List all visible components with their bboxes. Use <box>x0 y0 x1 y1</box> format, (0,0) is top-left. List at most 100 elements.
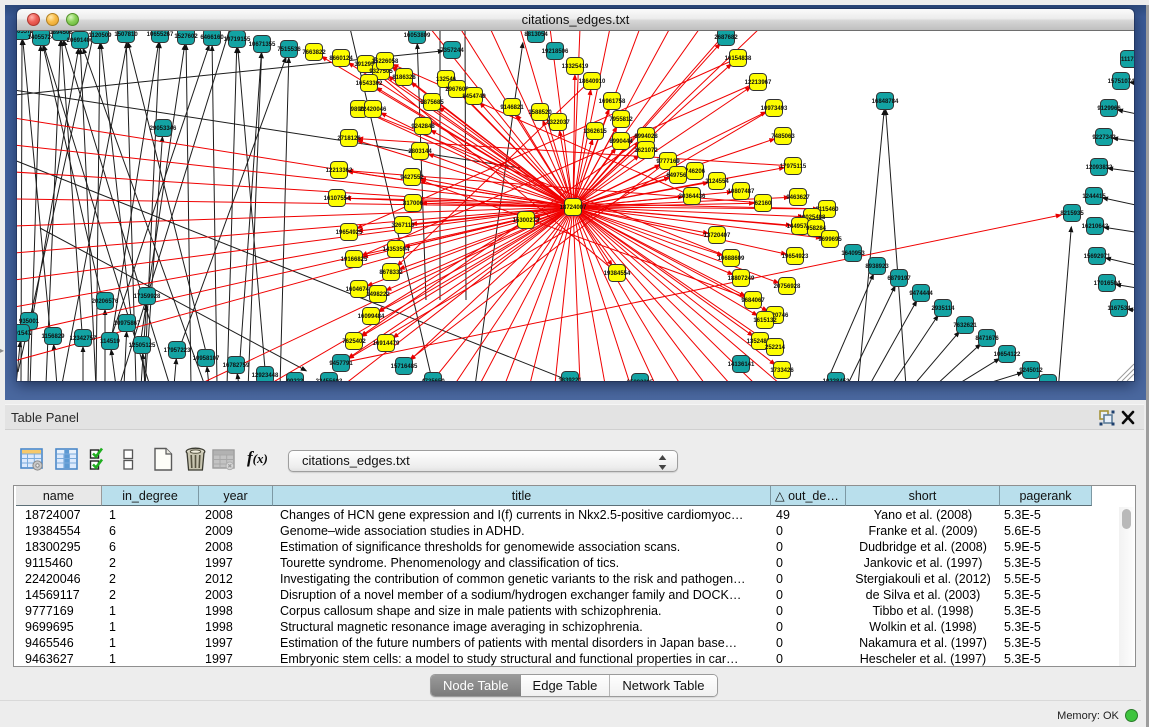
svg-text:8678332: 8678332 <box>379 270 403 276</box>
svg-text:9427552: 9427552 <box>400 175 424 181</box>
svg-text:9146821: 9146821 <box>500 105 524 111</box>
svg-text:99223: 99223 <box>287 379 304 381</box>
svg-text:9245012: 9245012 <box>1019 368 1043 374</box>
svg-text:8471676: 8471676 <box>975 336 999 342</box>
svg-text:15300273: 15300273 <box>513 218 540 224</box>
svg-text:20364436: 20364436 <box>679 194 706 200</box>
svg-text:16053809: 16053809 <box>404 33 431 39</box>
svg-text:13720407: 13720407 <box>704 233 731 239</box>
svg-text:10975867: 10975867 <box>114 321 141 327</box>
svg-text:1167534: 1167534 <box>1107 306 1131 312</box>
svg-text:10654122: 10654122 <box>994 352 1021 358</box>
svg-text:12342757: 12342757 <box>70 336 97 342</box>
svg-text:9463627: 9463627 <box>786 195 810 201</box>
svg-text:746206: 746206 <box>685 169 706 175</box>
svg-text:8186328: 8186328 <box>392 75 416 81</box>
svg-text:2935114: 2935114 <box>931 306 955 312</box>
svg-text:22455603: 22455603 <box>316 379 343 381</box>
svg-text:25882305: 25882305 <box>627 380 654 381</box>
svg-text:9242848: 9242848 <box>411 124 435 130</box>
svg-text:11172: 11172 <box>1121 57 1134 63</box>
svg-text:9699695: 9699695 <box>818 237 842 243</box>
svg-text:10973493: 10973493 <box>761 106 788 112</box>
svg-text:18640910: 18640910 <box>579 79 606 85</box>
svg-text:10688609: 10688609 <box>718 256 745 262</box>
svg-text:8938923: 8938923 <box>865 264 889 270</box>
svg-text:1527602: 1527602 <box>174 34 198 40</box>
svg-text:22420046: 22420046 <box>360 107 387 113</box>
svg-text:114519: 114519 <box>100 339 120 345</box>
svg-text:17016504: 17016504 <box>1094 281 1121 287</box>
svg-text:9129966: 9129966 <box>1097 106 1121 112</box>
svg-text:9457791: 9457791 <box>329 361 353 367</box>
svg-text:16107554: 16107554 <box>324 196 351 202</box>
svg-text:18807249: 18807249 <box>728 276 755 282</box>
svg-text:9474444: 9474444 <box>909 291 933 297</box>
svg-text:12093832: 12093832 <box>1086 165 1113 171</box>
svg-text:7663822: 7663822 <box>302 50 326 56</box>
svg-text:17359928: 17359928 <box>134 294 161 300</box>
svg-text:1362615: 1362615 <box>583 129 607 135</box>
svg-text:252214: 252214 <box>765 345 786 351</box>
svg-text:10671355: 10671355 <box>249 42 276 48</box>
svg-text:7515536: 7515536 <box>277 47 301 53</box>
svg-text:1244415: 1244415 <box>1082 194 1106 200</box>
svg-text:7485063: 7485063 <box>771 134 795 140</box>
svg-text:10655267: 10655267 <box>147 32 174 38</box>
svg-text:1507810: 1507810 <box>114 32 138 38</box>
svg-text:16543362: 16543362 <box>356 81 383 87</box>
svg-text:9777169: 9777169 <box>656 159 680 165</box>
svg-text:1640953: 1640953 <box>841 251 865 257</box>
svg-text:16961758: 16961758 <box>599 99 626 105</box>
svg-text:16848784: 16848784 <box>872 99 899 105</box>
svg-text:15692971: 15692971 <box>1084 254 1111 260</box>
svg-text:5875685: 5875685 <box>420 100 444 106</box>
svg-text:16782759: 16782759 <box>223 363 250 369</box>
svg-text:1839221: 1839221 <box>558 378 582 381</box>
svg-text:1322037: 1322037 <box>546 120 570 126</box>
svg-text:1894506: 1894506 <box>49 31 73 36</box>
svg-text:19166825: 19166825 <box>341 257 368 263</box>
svg-text:8215935: 8215935 <box>1060 211 1084 217</box>
svg-text:1621072: 1621072 <box>634 148 658 154</box>
svg-text:15226058: 15226058 <box>372 59 399 65</box>
svg-text:19384554: 19384554 <box>604 271 631 277</box>
svg-text:9684067: 9684067 <box>741 298 765 304</box>
svg-text:2718126: 2718126 <box>337 136 361 142</box>
svg-text:8454749: 8454749 <box>462 94 486 100</box>
svg-text:10228452: 10228452 <box>823 379 850 381</box>
svg-text:8813054: 8813054 <box>524 32 548 38</box>
svg-text:18724007: 18724007 <box>560 205 587 211</box>
svg-text:7955812: 7955812 <box>609 117 633 123</box>
svg-text:12923448: 12923448 <box>252 373 279 379</box>
svg-text:1588520: 1588520 <box>528 110 552 116</box>
svg-text:8660124: 8660124 <box>329 56 353 62</box>
svg-text:16914479: 16914479 <box>373 341 400 347</box>
svg-text:2803144: 2803144 <box>408 149 432 155</box>
svg-text:14136141: 14136141 <box>728 362 755 368</box>
svg-text:10958107: 10958107 <box>193 356 220 362</box>
svg-text:15751074: 15751074 <box>1108 79 1134 85</box>
svg-text:17975115: 17975115 <box>780 164 807 170</box>
svg-text:1733426: 1733426 <box>770 368 794 374</box>
svg-text:2687682: 2687682 <box>714 35 738 41</box>
svg-text:12213967: 12213967 <box>745 80 772 86</box>
svg-text:15716485: 15716485 <box>391 364 418 370</box>
svg-text:19218506: 19218506 <box>542 49 569 55</box>
svg-text:1120509: 1120509 <box>88 33 112 39</box>
svg-text:1615132: 1615132 <box>753 318 777 324</box>
svg-text:13325419: 13325419 <box>562 64 589 70</box>
svg-text:6879197: 6879197 <box>887 276 911 282</box>
svg-text:16210643: 16210643 <box>1082 224 1109 230</box>
svg-text:10807487: 10807487 <box>728 189 755 195</box>
svg-text:19654925: 19654925 <box>336 230 363 236</box>
svg-text:1498222: 1498222 <box>366 292 390 298</box>
svg-text:16154838: 16154838 <box>725 56 752 62</box>
svg-text:17957223: 17957223 <box>164 348 191 354</box>
svg-text:6994028: 6994028 <box>634 134 658 140</box>
svg-text:12213362: 12213362 <box>326 168 353 174</box>
svg-text:10719155: 10719155 <box>224 37 251 43</box>
svg-text:3124554: 3124554 <box>705 179 729 185</box>
svg-text:62160: 62160 <box>755 201 772 207</box>
svg-text:9227342: 9227342 <box>1092 135 1116 141</box>
